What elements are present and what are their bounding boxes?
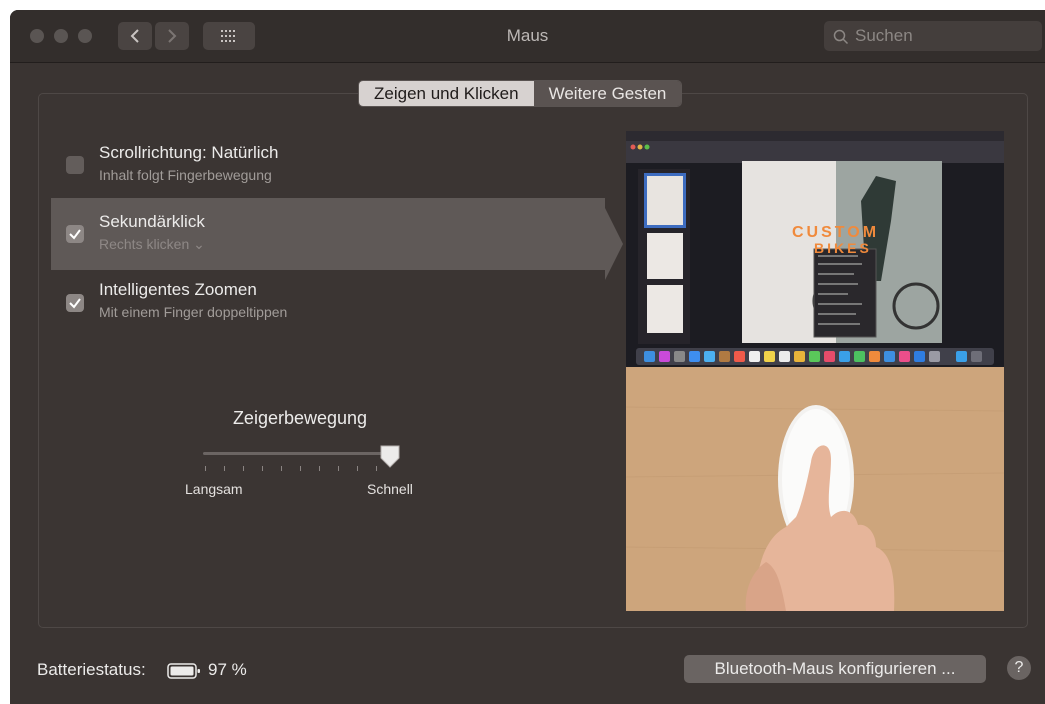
slider-tick xyxy=(357,466,358,471)
tab-point-and-click[interactable]: Zeigen und Klicken xyxy=(359,81,534,106)
slider-tick xyxy=(300,466,301,471)
checkmark-icon xyxy=(69,298,81,309)
selection-pointer-arrow xyxy=(605,208,623,280)
slider-max-label: Schnell xyxy=(367,481,413,497)
slider-min-label: Langsam xyxy=(185,481,243,497)
help-button[interactable]: ? xyxy=(1007,656,1031,680)
gesture-preview: CUSTOM BIKES xyxy=(626,131,1004,611)
tab-bar: Zeigen und Klicken Weitere Gesten xyxy=(358,80,683,107)
tracking-speed-track[interactable] xyxy=(203,452,393,455)
tracking-speed-thumb[interactable] xyxy=(379,444,401,470)
slider-tick xyxy=(281,466,282,471)
option-secondary-click[interactable]: Sekundärklick Rechts klicken ⌄ xyxy=(51,198,605,270)
option-subtitle: Mit einem Finger doppeltippen xyxy=(99,304,288,320)
option-title: Scrollrichtung: Natürlich xyxy=(99,143,279,162)
slider-tick xyxy=(243,466,244,471)
svg-text:BIKES: BIKES xyxy=(814,240,872,256)
slider-tick xyxy=(376,466,377,471)
hand-on-mouse-illustration xyxy=(626,405,1004,611)
tab-more-gestures[interactable]: Weitere Gesten xyxy=(533,81,682,106)
option-title: Intelligentes Zoomen xyxy=(99,280,257,299)
option-subtitle: Inhalt folgt Fingerbewegung xyxy=(99,167,272,183)
option-title: Sekundärklick xyxy=(99,212,205,231)
slider-tick xyxy=(224,466,225,471)
preview-screen: CUSTOM BIKES xyxy=(626,131,1004,367)
preview-screen-illustration: CUSTOM BIKES xyxy=(626,131,1004,365)
smart-zoom-checkbox[interactable] xyxy=(66,294,84,312)
scroll-direction-checkbox[interactable] xyxy=(66,156,84,174)
title-bar: Maus Suchen xyxy=(10,10,1045,63)
slider-tick xyxy=(338,466,339,471)
checkmark-icon xyxy=(69,229,81,240)
slider-tick xyxy=(319,466,320,471)
slider-tick xyxy=(205,466,206,471)
battery-status-label: Batteriestatus: xyxy=(37,660,146,679)
search-field[interactable]: Suchen xyxy=(824,21,1042,51)
tracking-speed-label: Zeigerbewegung xyxy=(232,408,368,428)
option-smart-zoom[interactable]: Intelligentes Zoomen Mit einem Finger do… xyxy=(51,270,605,342)
battery-percentage: 97 % xyxy=(208,660,247,679)
preview-desk xyxy=(626,367,1004,611)
preview-headline-text: CUSTOM xyxy=(792,224,879,241)
configure-bluetooth-mouse-button[interactable]: Bluetooth-Maus konfigurieren ... xyxy=(684,655,986,683)
slider-tick xyxy=(262,466,263,471)
search-placeholder: Suchen xyxy=(855,26,913,45)
option-scroll-direction[interactable]: Scrollrichtung: Natürlich Inhalt folgt F… xyxy=(51,126,605,198)
secondary-click-checkbox[interactable] xyxy=(66,225,84,243)
secondary-click-popup[interactable]: Rechts klicken ⌄ xyxy=(99,236,205,253)
search-icon xyxy=(833,29,849,45)
preferences-window: Maus Suchen Zeigen und Klicken Weitere G… xyxy=(10,10,1045,704)
battery-icon xyxy=(167,663,200,679)
